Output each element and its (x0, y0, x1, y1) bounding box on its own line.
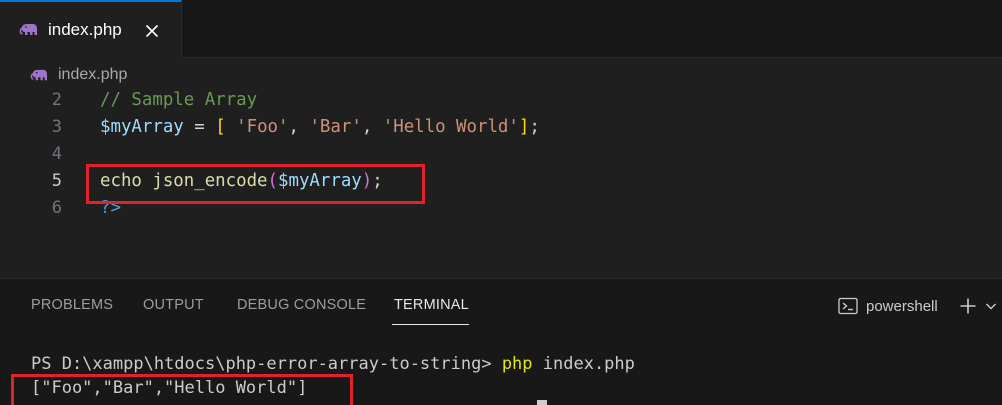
php-elephant-icon (19, 22, 39, 38)
bottom-panel: PROBLEMS OUTPUT DEBUG CONSOLE TERMINAL p… (0, 278, 1002, 405)
breadcrumb[interactable]: index.php (30, 63, 127, 87)
line-number: 3 (51, 116, 62, 137)
terminal-args: index.php (532, 354, 635, 374)
line-number: 4 (51, 143, 62, 164)
string-token: 'Hello World' (382, 116, 519, 137)
code-text: $myArray = [ 'Foo', 'Bar', 'Hello World'… (100, 117, 540, 137)
highlight-box-output (11, 374, 353, 405)
string-token: 'Foo' (225, 116, 289, 137)
punctuation-token: , (361, 116, 383, 137)
string-token: 'Bar' (309, 116, 362, 137)
chevron-down-icon[interactable] (983, 298, 999, 314)
variable-token: $myArray (100, 116, 184, 137)
shell-label: powershell (866, 297, 938, 315)
vscode-window: index.php index.php 2 // Sample Array 3 … (0, 0, 1002, 405)
plus-icon[interactable] (956, 294, 980, 318)
tab-problems[interactable]: PROBLEMS (31, 297, 113, 317)
code-line: 4 (0, 140, 1002, 167)
tab-terminal[interactable]: TERMINAL (394, 297, 469, 317)
operator-token: = (183, 116, 216, 137)
code-editor[interactable]: 2 // Sample Array 3 $myArray = [ 'Foo', … (0, 86, 1002, 278)
line-number: 5 (51, 170, 62, 191)
highlight-box-echo (86, 164, 425, 204)
bracket-token: [ (215, 116, 226, 137)
tab-index-php[interactable]: index.php (0, 0, 182, 58)
terminal-command: php (501, 354, 533, 374)
terminal-icon (838, 297, 858, 315)
punctuation-token: ; (529, 116, 540, 137)
tab-label: index.php (48, 20, 122, 39)
comment-token: // Sample Array (100, 89, 258, 110)
line-number: 2 (51, 89, 62, 110)
editor-tab-bar: index.php (0, 0, 1002, 58)
shell-selector[interactable]: powershell (838, 293, 938, 319)
php-elephant-icon (30, 68, 49, 83)
punctuation-token: , (288, 116, 310, 137)
tab-output[interactable]: OUTPUT (143, 297, 204, 317)
tab-debug-console[interactable]: DEBUG CONSOLE (237, 297, 366, 317)
code-text: // Sample Array (100, 90, 257, 110)
terminal-prompt: PS D:\xampp\htdocs\php-error-array-to-st… (31, 354, 502, 374)
terminal-prompt-line: PS D:\xampp\htdocs\php-error-array-to-st… (31, 354, 635, 374)
terminal-cursor (537, 400, 547, 405)
line-number: 6 (51, 197, 62, 218)
breadcrumb-file[interactable]: index.php (58, 66, 127, 84)
active-tab-indicator (392, 324, 469, 325)
code-line: 3 $myArray = [ 'Foo', 'Bar', 'Hello Worl… (0, 113, 1002, 140)
close-icon[interactable] (143, 22, 161, 40)
bracket-token: ] (518, 116, 530, 137)
code-line: 2 // Sample Array (0, 86, 1002, 113)
